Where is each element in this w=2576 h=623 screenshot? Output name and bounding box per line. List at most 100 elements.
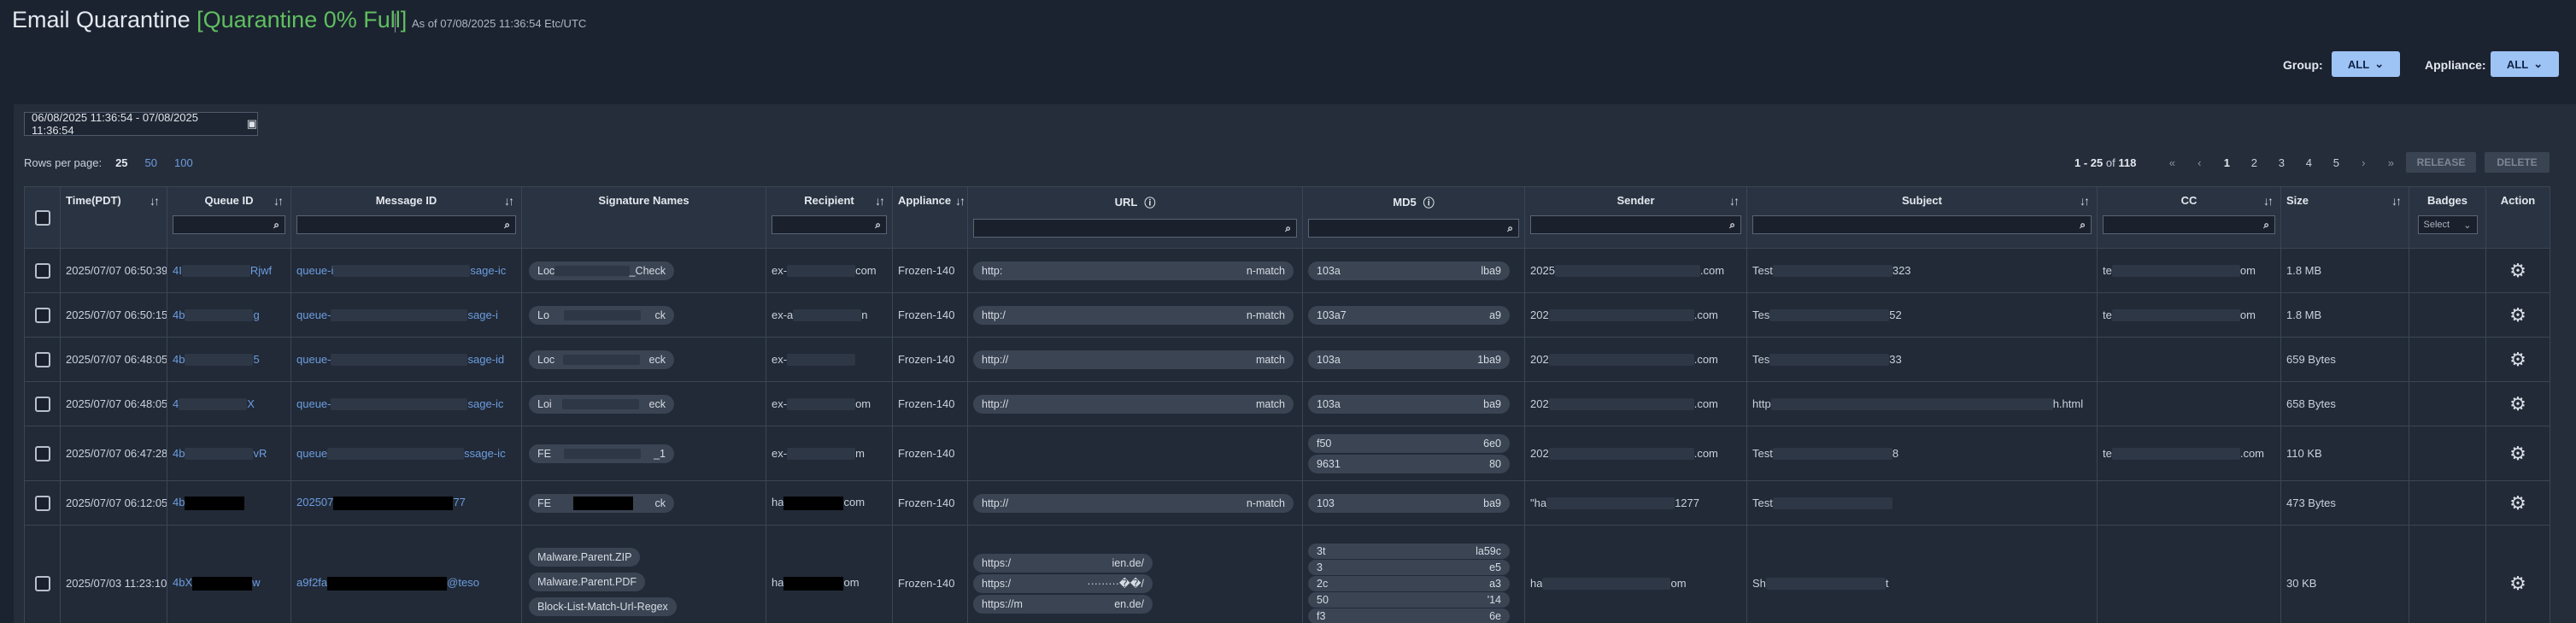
sort-icon[interactable]: ↓↑ xyxy=(2263,194,2274,208)
cc-cell: te om xyxy=(2097,248,2281,293)
select-all-checkbox[interactable] xyxy=(34,209,50,226)
col-queue-id[interactable]: Queue ID ↓↑ ⌕ xyxy=(167,186,291,249)
message-id-search-input[interactable]: ⌕ xyxy=(296,215,516,234)
sort-icon[interactable]: ↓↑ xyxy=(273,194,284,208)
queue-id-cell[interactable]: 4X xyxy=(167,381,291,426)
page-4[interactable]: 4 xyxy=(2295,156,2322,169)
signature-names-cell: Loc _Check xyxy=(521,248,766,293)
page-3[interactable]: 3 xyxy=(2268,156,2295,169)
gear-icon[interactable]: ⚙ xyxy=(2491,304,2544,326)
badges-cell xyxy=(2409,426,2486,481)
table-row[interactable]: 2025/07/07 06:48:05 4 Xqueue-sage-ic Loi eck… xyxy=(24,381,2550,426)
gear-icon[interactable]: ⚙ xyxy=(2491,349,2544,371)
subject-search-input[interactable]: ⌕ xyxy=(1752,215,2092,234)
row-checkbox[interactable] xyxy=(34,262,50,279)
queue-id-cell[interactable]: 4bX w xyxy=(167,525,291,623)
queue-id-cell[interactable]: 4I Rjwf xyxy=(167,248,291,293)
redacted-bar xyxy=(333,265,471,278)
url-search-input[interactable]: ⌕ xyxy=(973,219,1297,238)
delete-button[interactable]: DELETE xyxy=(2485,152,2550,173)
subject-cell: Test 323 xyxy=(1746,248,2098,293)
redacted-bar xyxy=(783,496,844,510)
sort-icon[interactable]: ↓↑ xyxy=(150,194,160,208)
url-pill: http://match xyxy=(973,394,1294,414)
info-icon[interactable]: ⓘ xyxy=(1423,194,1435,210)
table-row[interactable]: 2025/07/07 06:50:39 4I Rjwf queue-i sage-ic L… xyxy=(24,248,2550,293)
first-page-icon[interactable]: « xyxy=(2158,156,2186,169)
rows-per-page-100[interactable]: 100 xyxy=(174,156,193,169)
gear-icon[interactable]: ⚙ xyxy=(2491,260,2544,282)
gear-icon[interactable]: ⚙ xyxy=(2491,443,2544,465)
sort-icon[interactable]: ↓↑ xyxy=(2080,194,2090,208)
select-all-header xyxy=(24,186,61,249)
queue-id-cell[interactable]: 4b vR xyxy=(167,426,291,481)
recipient-search-input[interactable]: ⌕ xyxy=(772,215,887,234)
message-id-cell[interactable]: queue-sage-i xyxy=(290,292,522,338)
action-cell: ⚙ xyxy=(2485,248,2550,293)
row-checkbox[interactable] xyxy=(34,445,50,461)
message-id-cell[interactable]: queue-sage-id xyxy=(290,337,522,382)
col-action: Action xyxy=(2485,186,2550,249)
message-id-cell[interactable]: queue-sage-ic xyxy=(290,381,522,426)
release-button[interactable]: RELEASE xyxy=(2406,152,2476,173)
row-checkbox[interactable] xyxy=(34,575,50,591)
rows-per-page-50[interactable]: 50 xyxy=(145,156,157,169)
row-checkbox[interactable] xyxy=(34,495,50,511)
col-time[interactable]: Time(PDT) ↓↑ xyxy=(60,186,167,249)
message-id-cell[interactable]: queue ssage-ic xyxy=(290,426,522,481)
gear-icon[interactable]: ⚙ xyxy=(2491,573,2544,595)
queue-id-cell[interactable]: 4b xyxy=(167,480,291,526)
page-2[interactable]: 2 xyxy=(2240,156,2268,169)
table-row[interactable]: 2025/07/07 06:47:28 4b vR queue ssage-ic FE _1… xyxy=(24,426,2550,481)
row-checkbox[interactable] xyxy=(34,396,50,412)
page-title: Email Quarantine [Quarantine 0% Full] xyxy=(12,7,408,32)
table-row[interactable]: 2025/07/07 06:12:05 4b 202507 77 FE ck ha com Fr… xyxy=(24,480,2550,526)
redacted-bar xyxy=(185,496,245,510)
table-row[interactable]: 2025/07/07 06:50:15 4b g queue-sage-i Lo ck ex… xyxy=(24,292,2550,338)
sort-icon[interactable]: ↓↑ xyxy=(955,194,965,208)
md5-search-input[interactable]: ⌕ xyxy=(1308,219,1519,238)
queue-id-cell[interactable]: 4b 5 xyxy=(167,337,291,382)
cc-search-input[interactable]: ⌕ xyxy=(2103,215,2275,234)
next-page-icon[interactable]: › xyxy=(2350,156,2377,169)
queue-id-search-input[interactable]: ⌕ xyxy=(173,215,285,234)
col-recipient[interactable]: Recipient ↓↑ ⌕ xyxy=(766,186,893,249)
message-id-cell[interactable]: queue-i sage-ic xyxy=(290,248,522,293)
info-icon[interactable]: ⓘ xyxy=(1144,194,1155,210)
table-row[interactable]: 2025/07/07 06:48:05 4b 5 queue-sage-id Loc ec… xyxy=(24,337,2550,382)
sender-cell: 2025 .com xyxy=(1524,248,1747,293)
prev-page-icon[interactable]: ‹ xyxy=(2186,156,2213,169)
date-range-picker[interactable]: 06/08/2025 11:36:54 - 07/08/2025 11:36:5… xyxy=(24,111,258,137)
row-checkbox[interactable] xyxy=(34,307,50,323)
rows-per-page-25[interactable]: 25 xyxy=(115,156,127,169)
sort-icon[interactable]: ↓↑ xyxy=(504,194,514,208)
sort-icon[interactable]: ↓↑ xyxy=(1729,194,1740,208)
gear-icon[interactable]: ⚙ xyxy=(2491,393,2544,415)
col-message-id[interactable]: Message ID ↓↑ ⌕ xyxy=(290,186,522,249)
col-size[interactable]: Size ↓↑ xyxy=(2280,186,2409,249)
badges-select[interactable]: Select ⌄ xyxy=(2417,215,2478,234)
col-appliance[interactable]: Appliance ↓↑ xyxy=(892,186,968,249)
message-id-cell[interactable]: a9f2fa @teso xyxy=(290,525,522,623)
group-filter-button[interactable]: ALL ⌄ xyxy=(2332,51,2400,77)
last-page-icon[interactable]: » xyxy=(2377,156,2404,169)
gear-icon[interactable]: ⚙ xyxy=(2491,492,2544,514)
message-id-cell[interactable]: 202507 77 xyxy=(290,480,522,526)
col-url: URL ⓘ ⌕ xyxy=(967,186,1303,249)
sort-icon[interactable]: ↓↑ xyxy=(2391,194,2402,208)
col-sender[interactable]: Sender ↓↑ ⌕ xyxy=(1524,186,1747,249)
queue-id-cell[interactable]: 4b g xyxy=(167,292,291,338)
redacted-bar xyxy=(185,309,254,322)
page-1[interactable]: 1 xyxy=(2213,156,2240,169)
sort-icon[interactable]: ↓↑ xyxy=(875,194,885,208)
sender-cell: 202 .com xyxy=(1524,292,1747,338)
sender-search-input[interactable]: ⌕ xyxy=(1530,215,1741,234)
col-cc[interactable]: CC ↓↑ ⌕ xyxy=(2097,186,2281,249)
url-pill: https:/ien.de/ xyxy=(973,553,1153,573)
table-row[interactable]: 2025/07/03 11:23:10 4bX w a9f2fa @teso Malwar… xyxy=(24,525,2550,623)
page-5[interactable]: 5 xyxy=(2322,156,2350,169)
time-cell: 2025/07/07 06:47:28 xyxy=(60,426,167,481)
row-checkbox[interactable] xyxy=(34,351,50,367)
appliance-filter-button[interactable]: ALL ⌄ xyxy=(2491,51,2559,77)
col-subject[interactable]: Subject ↓↑ ⌕ xyxy=(1746,186,2098,249)
